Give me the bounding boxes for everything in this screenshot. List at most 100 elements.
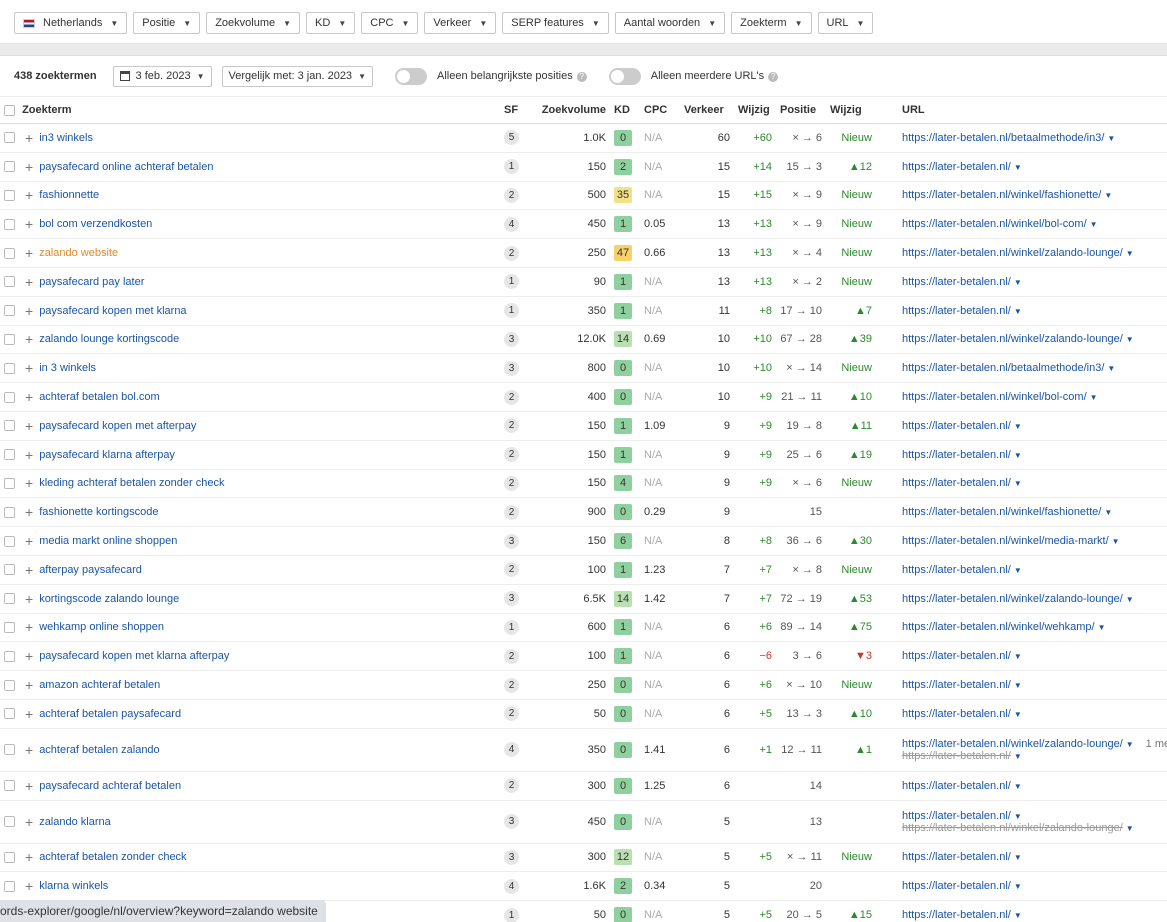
row-checkbox[interactable] — [4, 650, 15, 662]
ranking-url[interactable]: https://later-betalen.nl/winkel/bol-com/ — [902, 391, 1087, 403]
serp-features-badge[interactable]: 2 — [504, 187, 519, 203]
keyword-link[interactable]: paysafecard achteraf betalen — [39, 780, 181, 792]
serp-features-badge[interactable]: 2 — [504, 245, 519, 261]
ranking-url[interactable]: https://later-betalen.nl/ — [902, 810, 1011, 822]
keyword-link[interactable]: afterpay paysafecard — [39, 564, 142, 576]
keyword-link[interactable]: paysafecard klarna afterpay — [39, 449, 175, 461]
chevron-down-icon[interactable]: ▼ — [1014, 163, 1022, 172]
serp-features-badge[interactable]: 2 — [504, 447, 519, 463]
ranking-url[interactable]: https://later-betalen.nl/winkel/zalando-… — [902, 247, 1123, 259]
table-row[interactable]: + paysafecard kopen met afterpay 2 150 1 1.09… — [0, 411, 1167, 441]
ranking-url[interactable]: https://later-betalen.nl/ — [902, 276, 1011, 288]
serp-features-badge[interactable]: 4 — [504, 216, 519, 232]
keyword-link[interactable]: fashionette kortingscode — [39, 506, 158, 518]
plus-icon[interactable]: + — [25, 274, 33, 290]
serp-features-badge[interactable]: 3 — [504, 814, 519, 830]
keyword-link[interactable]: amazon achteraf betalen — [39, 679, 160, 691]
table-row[interactable]: + fashionette kortingscode 2 900 0 0.29 9 15 htt… — [0, 497, 1167, 528]
serp-features-badge[interactable]: 4 — [504, 742, 519, 758]
row-checkbox[interactable] — [4, 780, 15, 792]
col-kd[interactable]: KD — [610, 96, 640, 124]
ranking-url[interactable]: https://later-betalen.nl/winkel/zalando-… — [902, 333, 1123, 345]
plus-icon[interactable]: + — [25, 303, 33, 319]
filter-zoekvolume[interactable]: Zoekvolume ▼ — [206, 12, 301, 34]
ranking-url[interactable]: https://later-betalen.nl/winkel/wehkamp/ — [902, 621, 1095, 633]
ranking-url[interactable]: https://later-betalen.nl/winkel/fashione… — [902, 506, 1101, 518]
keyword-link[interactable]: achteraf betalen zalando — [39, 744, 159, 756]
serp-features-badge[interactable]: 2 — [504, 418, 519, 434]
serp-features-badge[interactable]: 2 — [504, 677, 519, 693]
plus-icon[interactable]: + — [25, 878, 33, 894]
row-checkbox[interactable] — [4, 477, 15, 489]
table-row[interactable]: + achteraf betalen zalando 4 350 0 1.41 6 +1 12 … — [0, 728, 1167, 772]
serp-features-badge[interactable]: 2 — [504, 475, 519, 491]
row-checkbox[interactable] — [4, 218, 15, 230]
chevron-down-icon[interactable]: ▼ — [1014, 812, 1022, 821]
chevron-down-icon[interactable]: ▼ — [1014, 882, 1022, 891]
plus-icon[interactable]: + — [25, 130, 33, 146]
plus-icon[interactable]: + — [25, 814, 33, 830]
serp-features-badge[interactable]: 3 — [504, 331, 519, 347]
keyword-link[interactable]: kleding achteraf betalen zonder check — [39, 477, 224, 489]
chevron-down-icon[interactable]: ▼ — [1014, 652, 1022, 661]
plus-icon[interactable]: + — [25, 706, 33, 722]
table-row[interactable]: + paysafecard kopen met klarna 1 350 1 N/A 11 +… — [0, 296, 1167, 326]
row-checkbox[interactable] — [4, 535, 15, 547]
ranking-url[interactable]: https://later-betalen.nl/winkel/bol-com/ — [902, 218, 1087, 230]
chevron-down-icon[interactable]: ▼ — [1014, 566, 1022, 575]
table-row[interactable]: + in3 winkels 5 1.0K 0 N/A 60 +60 × → 6 Nieuw http… — [0, 123, 1167, 153]
chevron-down-icon[interactable]: ▼ — [1126, 824, 1134, 833]
plus-icon[interactable]: + — [25, 591, 33, 607]
col-volume[interactable]: Zoekvolume — [532, 96, 610, 124]
table-row[interactable]: + media markt online shoppen 3 150 6 N/A 8 +8 36… — [0, 526, 1167, 556]
ranking-url[interactable]: https://later-betalen.nl/ — [902, 780, 1011, 792]
chevron-down-icon[interactable]: ▼ — [1014, 451, 1022, 460]
filter-aantal-woorden[interactable]: Aantal woorden ▼ — [614, 12, 726, 34]
help-icon[interactable]: ? — [768, 71, 779, 82]
table-row[interactable]: + paysafecard kopen met klarna afterpay 2 1… — [0, 641, 1167, 672]
keyword-link[interactable]: kortingscode zalando lounge — [39, 593, 179, 605]
keyword-link[interactable]: in3 winkels — [39, 132, 93, 144]
table-row[interactable]: + bol com verzendkosten 4 450 1 0.05 13 +13 × → … — [0, 209, 1167, 240]
ranking-url[interactable]: https://later-betalen.nl/ — [902, 161, 1011, 173]
serp-features-badge[interactable]: 1 — [504, 619, 519, 635]
more-urls[interactable]: 1 meer — [1146, 738, 1167, 750]
filter-cpc[interactable]: CPC ▼ — [361, 12, 419, 34]
keyword-link[interactable]: zalando website — [39, 247, 118, 259]
table-row[interactable]: + achteraf betalen zonder check 3 300 12 N/A 5… — [0, 843, 1167, 873]
serp-features-badge[interactable]: 2 — [504, 389, 519, 405]
serp-features-badge[interactable]: 3 — [504, 360, 519, 376]
chevron-down-icon[interactable]: ▼ — [1014, 479, 1022, 488]
serp-features-badge[interactable]: 5 — [504, 130, 519, 146]
ranking-url[interactable]: https://later-betalen.nl/ — [902, 909, 1011, 921]
chevron-down-icon[interactable]: ▼ — [1090, 220, 1098, 229]
serp-features-badge[interactable]: 1 — [504, 303, 519, 319]
ranking-url[interactable]: https://later-betalen.nl/winkel/zalando-… — [902, 738, 1123, 750]
table-row[interactable]: + kleding achteraf betalen zonder check 2 1… — [0, 469, 1167, 499]
serp-features-badge[interactable]: 2 — [504, 706, 519, 722]
serp-features-badge[interactable]: 2 — [504, 562, 519, 578]
row-checkbox[interactable] — [4, 593, 15, 605]
filter-serp-features[interactable]: SERP features ▼ — [502, 12, 609, 34]
chevron-down-icon[interactable]: ▼ — [1090, 393, 1098, 402]
country-filter[interactable]: Netherlands ▼ — [14, 12, 128, 34]
keyword-link[interactable]: media markt online shoppen — [39, 535, 177, 547]
row-checkbox[interactable] — [4, 391, 15, 403]
ranking-url[interactable]: https://later-betalen.nl/ — [902, 880, 1011, 892]
table-row[interactable]: + zalando lounge kortingscode 3 12.0K 14 0.69… — [0, 325, 1167, 355]
keyword-link[interactable]: zalando lounge kortingscode — [39, 333, 179, 345]
row-checkbox[interactable] — [4, 851, 15, 863]
chevron-down-icon[interactable]: ▼ — [1014, 782, 1022, 791]
row-checkbox[interactable] — [4, 449, 15, 461]
plus-icon[interactable]: + — [25, 619, 33, 635]
table-row[interactable]: + zalando website 2 250 47 0.66 13 +13 × → 4 Nieu… — [0, 238, 1167, 268]
row-checkbox[interactable] — [4, 816, 15, 828]
chevron-down-icon[interactable]: ▼ — [1014, 853, 1022, 862]
table-row[interactable]: + achteraf betalen paysafecard 2 50 0 N/A 6 +5 1… — [0, 699, 1167, 729]
ranking-url[interactable]: https://later-betalen.nl/ — [902, 679, 1011, 691]
ranking-url[interactable]: https://later-betalen.nl/ — [902, 650, 1011, 662]
serp-features-badge[interactable]: 1 — [504, 907, 519, 922]
table-row[interactable]: + paysafecard pay later 1 90 1 N/A 13 +13 × → 2N… — [0, 267, 1167, 297]
table-row[interactable]: + fashionnette 2 500 35 N/A 15 +15 × → 9 Nieuw htt… — [0, 181, 1167, 211]
chevron-down-icon[interactable]: ▼ — [1014, 278, 1022, 287]
